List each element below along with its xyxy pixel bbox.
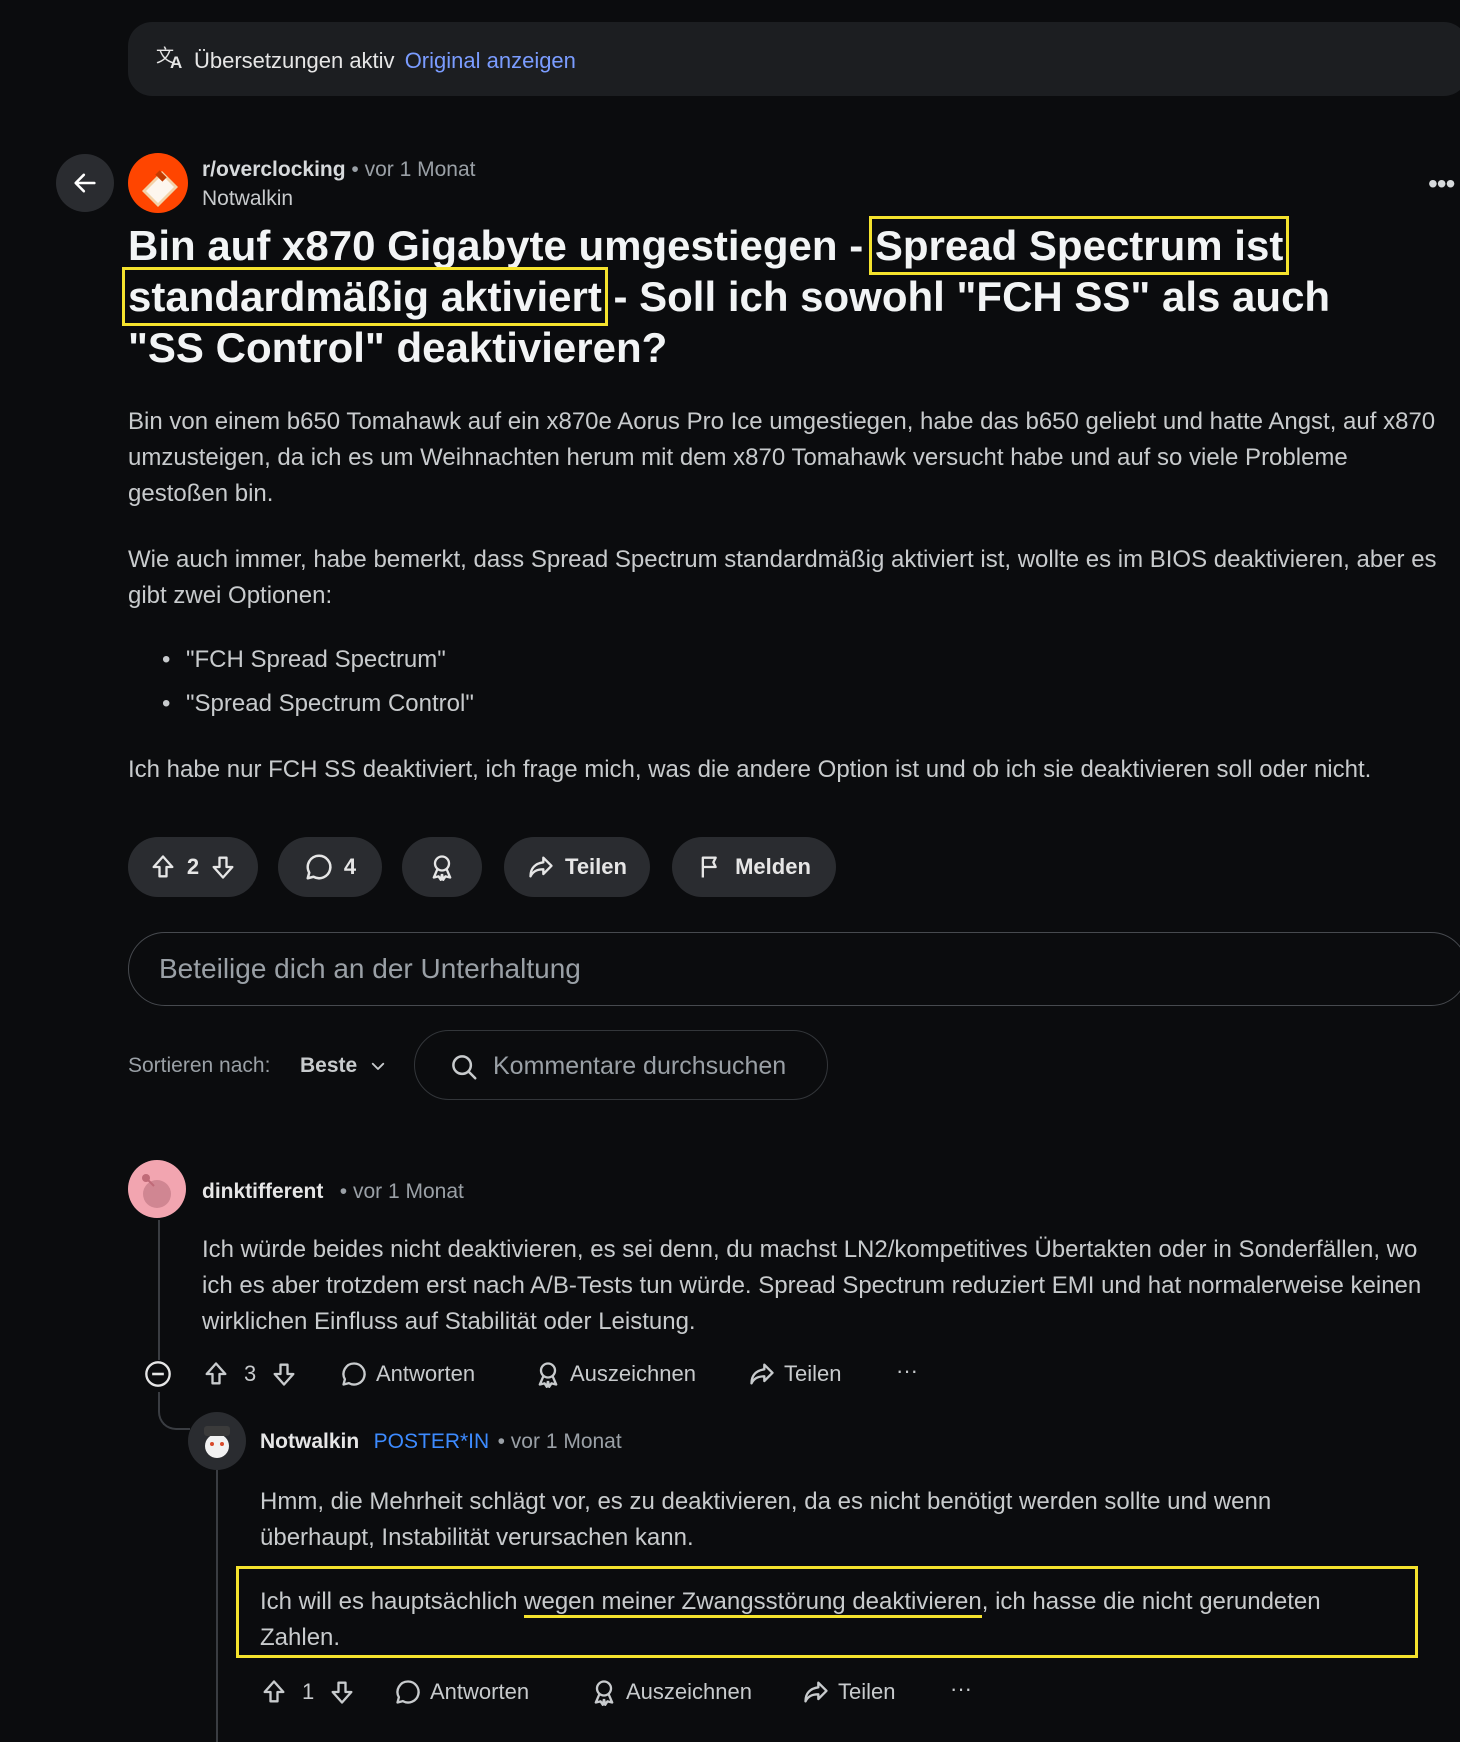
share-button[interactable]: Teilen xyxy=(748,1360,841,1388)
share-button[interactable]: Teilen xyxy=(504,837,650,897)
sort-value: Beste xyxy=(300,1054,358,1077)
post-time: • vor 1 Monat xyxy=(351,158,476,181)
post-bullet-list: "FCH Spread Spectrum" "Spread Spectrum C… xyxy=(162,638,474,726)
back-button[interactable] xyxy=(56,154,114,212)
title-highlight-2: standardmäßig aktiviert xyxy=(122,267,608,326)
award-button[interactable]: Auszeichnen xyxy=(534,1360,696,1388)
translation-status: Übersetzungen aktiv xyxy=(194,48,395,73)
list-item: "FCH Spread Spectrum" xyxy=(162,638,474,682)
comment-time: • vor 1 Monat xyxy=(339,1180,464,1203)
search-placeholder: Kommentare durchsuchen xyxy=(493,1052,787,1080)
more-options-icon[interactable]: ··· xyxy=(896,1358,918,1384)
award-button[interactable]: Auszeichnen xyxy=(590,1678,752,1706)
share-icon xyxy=(804,1681,828,1703)
upvote-icon[interactable] xyxy=(260,1678,288,1706)
share-button[interactable]: Teilen xyxy=(802,1678,895,1706)
post-author[interactable]: Notwalkin xyxy=(202,187,293,211)
comment-time: • vor 1 Monat xyxy=(497,1430,622,1453)
award-icon xyxy=(432,855,452,881)
comment-vote-control: 1 xyxy=(260,1678,356,1706)
post-paragraph-2: Wie auch immer, habe bemerkt, dass Sprea… xyxy=(128,546,1437,609)
comment-compose-field[interactable]: Beteilige dich an der Unterhaltung xyxy=(128,932,1460,1006)
comment-vote-control: 3 xyxy=(202,1360,298,1388)
underlined-phrase: wegen meiner Zwangsstörung deaktivieren xyxy=(524,1588,982,1618)
award-icon xyxy=(538,1362,558,1388)
reply-button[interactable]: Antworten xyxy=(340,1360,475,1388)
post-paragraph-1: Bin von einem b650 Tomahawk auf ein x870… xyxy=(128,408,1436,507)
more-options-icon[interactable]: ··· xyxy=(950,1676,972,1702)
comment-count: 4 xyxy=(343,854,357,879)
upvote-icon[interactable] xyxy=(149,853,177,881)
comment-username[interactable]: Notwalkin xyxy=(260,1430,359,1453)
upvote-icon[interactable] xyxy=(202,1360,230,1388)
post-more-icon[interactable]: ••• xyxy=(1428,168,1455,200)
chevron-down-icon xyxy=(372,1062,385,1070)
share-icon xyxy=(529,856,553,878)
translate-icon: 文A xyxy=(156,44,186,70)
svg-text:A: A xyxy=(170,53,182,70)
avatar[interactable] xyxy=(188,1412,246,1470)
vote-count: 2 xyxy=(186,854,200,879)
comment-username[interactable]: dinktifferent xyxy=(202,1180,323,1203)
title-highlight-1: Spread Spectrum ist xyxy=(868,216,1290,275)
thread-line xyxy=(216,1460,218,1742)
comment-vote-count: 1 xyxy=(302,1679,315,1704)
thread-connector xyxy=(158,1392,190,1430)
comment-icon xyxy=(396,1680,420,1704)
sort-label: Sortieren nach: xyxy=(128,1054,271,1077)
comment-text-highlighted: Ich will es hauptsächlich wegen meiner Z… xyxy=(260,1588,1321,1651)
collapse-thread-icon[interactable] xyxy=(144,1360,172,1388)
comment-icon xyxy=(306,854,332,880)
share-label: Teilen xyxy=(565,854,627,879)
reply-button[interactable]: Antworten xyxy=(394,1678,529,1706)
show-original-link[interactable]: Original anzeigen xyxy=(405,48,576,73)
comments-button[interactable]: 4 xyxy=(278,837,382,897)
translation-banner: 文A Übersetzungen aktiv Original anzeigen xyxy=(128,22,1460,96)
comment-text: Hmm, die Mehrheit schlägt vor, es zu dea… xyxy=(260,1488,1272,1551)
comment-icon xyxy=(342,1362,366,1386)
list-item: "Spread Spectrum Control" xyxy=(162,682,474,726)
comment-text: Ich würde beides nicht deaktivieren, es … xyxy=(202,1236,1422,1335)
report-label: Melden xyxy=(735,854,811,879)
arrow-left-icon xyxy=(74,173,96,193)
search-icon xyxy=(452,1055,477,1080)
downvote-icon[interactable] xyxy=(328,1678,356,1706)
compose-placeholder: Beteilige dich an der Unterhaltung xyxy=(159,953,581,984)
report-button[interactable]: Melden xyxy=(672,837,836,897)
award-button[interactable] xyxy=(402,837,482,897)
comment-vote-count: 3 xyxy=(244,1361,257,1386)
downvote-icon[interactable] xyxy=(270,1360,298,1388)
downvote-icon[interactable] xyxy=(209,853,237,881)
post-title: Bin auf x870 Gigabyte umgestiegen - Spre… xyxy=(122,216,1331,371)
subreddit-avatar[interactable] xyxy=(128,153,188,213)
award-icon xyxy=(594,1680,614,1706)
share-icon xyxy=(750,1363,774,1385)
post-paragraph-3: Ich habe nur FCH SS deaktiviert, ich fra… xyxy=(128,756,1372,783)
op-badge: POSTER*IN xyxy=(373,1430,490,1453)
subreddit-name[interactable]: r/overclocking xyxy=(202,158,346,181)
flag-icon xyxy=(701,856,717,878)
comment-search-input[interactable]: Kommentare durchsuchen xyxy=(414,1030,828,1100)
vote-control: 2 xyxy=(128,837,258,897)
sort-dropdown[interactable]: Beste xyxy=(300,1054,387,1078)
avatar[interactable] xyxy=(128,1160,186,1218)
thread-line xyxy=(158,1220,160,1360)
